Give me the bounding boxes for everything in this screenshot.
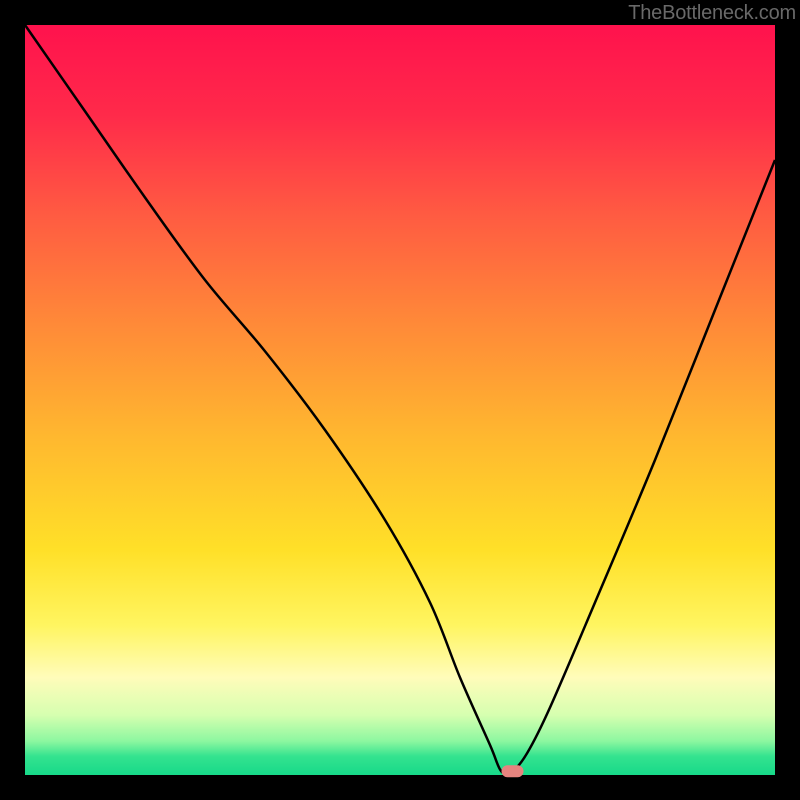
optimum-marker bbox=[502, 765, 524, 777]
chart-container: TheBottleneck.com bbox=[0, 0, 800, 800]
plot-background bbox=[25, 25, 775, 775]
bottleneck-plot bbox=[0, 0, 800, 800]
watermark-label: TheBottleneck.com bbox=[628, 2, 796, 25]
